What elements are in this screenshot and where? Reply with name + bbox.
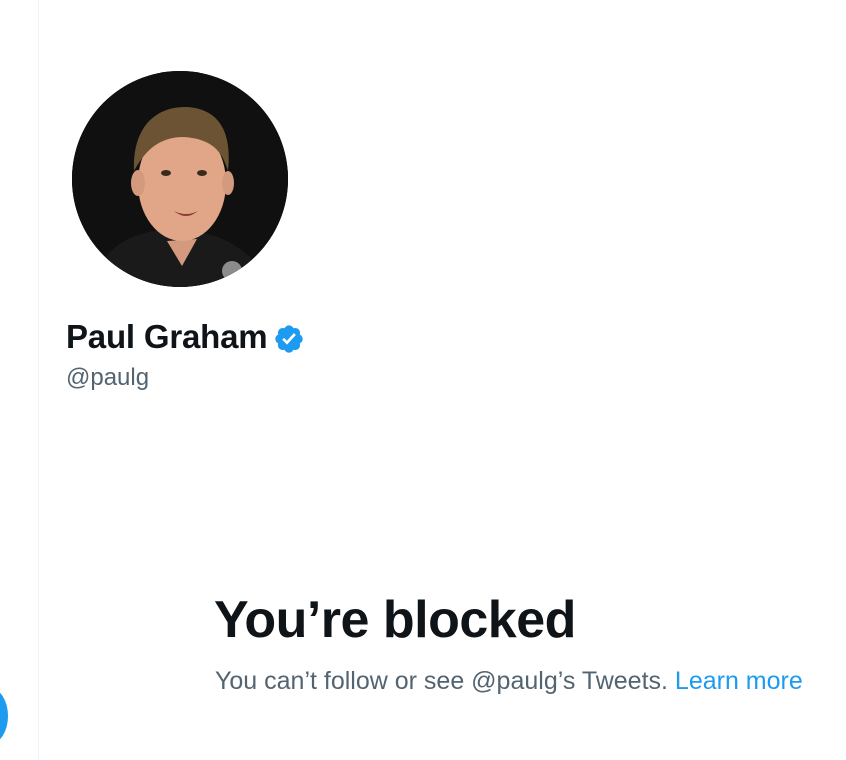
verified-badge-icon[interactable] [273,323,305,355]
blocked-title: You’re blocked [214,591,576,649]
profile-name-row: Paul Graham [66,318,305,356]
profile-display-name: Paul Graham [66,318,268,355]
blocked-message: You can’t follow or see @paulg’s Tweets. [215,667,668,695]
blocked-message-row: You can’t follow or see @paulg’s Tweets.… [215,667,803,696]
profile-page: Paul Graham @paulg You’re blocked You ca… [0,0,846,760]
compose-tweet-button[interactable] [0,688,8,744]
learn-more-link[interactable]: Learn more [675,667,803,695]
profile-handle: @paulg [66,364,150,391]
sidebar-divider [38,0,39,760]
avatar-photo [72,71,288,287]
profile-avatar[interactable] [72,71,288,287]
